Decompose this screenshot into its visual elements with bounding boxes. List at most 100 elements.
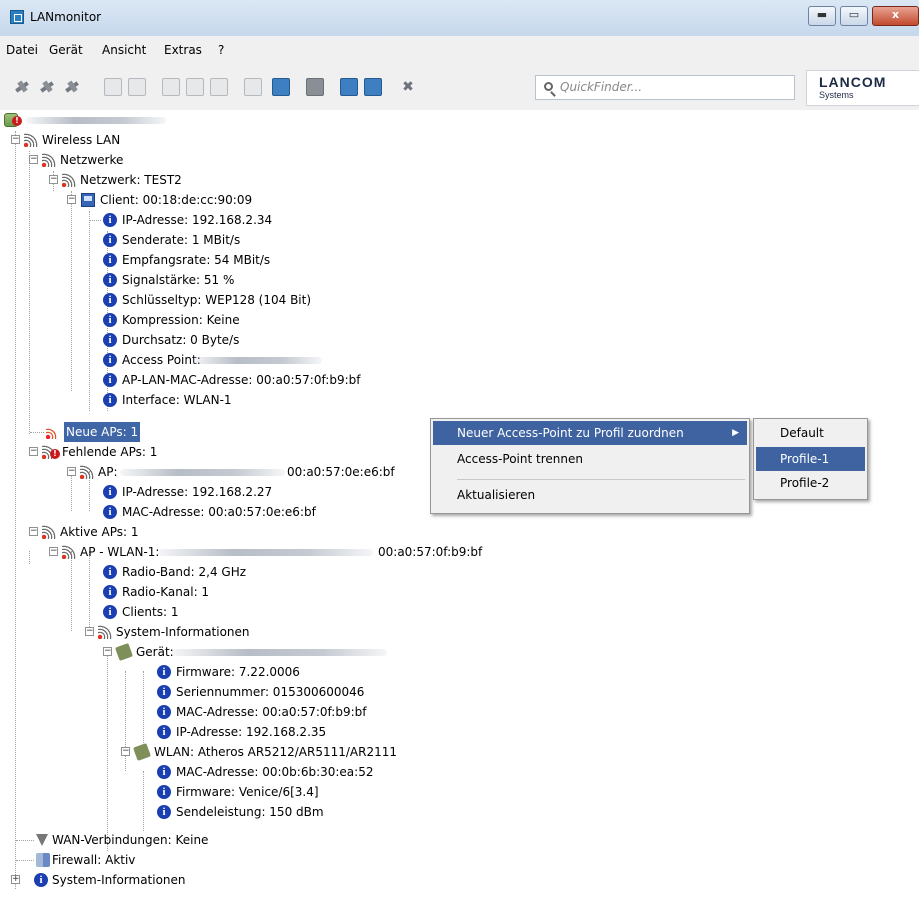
tree-leaf[interactable]: i Durchsatz: 0 Byte/s	[0, 330, 420, 350]
wireless-icon	[24, 133, 38, 147]
tree-node-wlan[interactable]: − WLAN: Atheros AR5212/AR5111/AR2111	[0, 742, 460, 762]
device-tree[interactable]: ! − Wireless LAN − Netzwerke − Netzwerk:…	[0, 110, 919, 922]
submenu-profile-2[interactable]: Profile-2	[756, 471, 865, 495]
search-device-icon[interactable]	[306, 78, 324, 96]
leaf-label: Interface: WLAN-1	[122, 393, 232, 407]
tree-leaf[interactable]: i MAC-Adresse: 00:0b:6b:30:ea:52	[0, 762, 420, 782]
submenu-default[interactable]: Default	[756, 421, 865, 445]
info-icon: i	[157, 705, 171, 719]
table-icon[interactable]	[186, 78, 204, 96]
monitor-icon[interactable]	[272, 78, 290, 96]
info-icon: i	[103, 333, 117, 347]
info-icon: i	[103, 565, 117, 579]
tree-leaf[interactable]: i Senderate: 1 MBit/s	[0, 230, 420, 250]
close-button[interactable]: x	[872, 6, 919, 26]
info-icon: i	[103, 485, 117, 499]
tree-leaf[interactable]: i Kompression: Keine	[0, 310, 420, 330]
tree-leaf[interactable]: i Schlüsseltyp: WEP128 (104 Bit)	[0, 290, 420, 310]
menu-extras[interactable]: Extras	[164, 43, 202, 57]
tree-leaf[interactable]: i IP-Adresse: 192.168.2.34	[0, 210, 420, 230]
collapse-toggle[interactable]: −	[67, 467, 76, 476]
logo-subtext: Systems	[819, 90, 854, 100]
tree-node-wireless-lan[interactable]: − Wireless LAN	[0, 130, 200, 150]
leaf-label: Clients: 1	[122, 605, 179, 619]
maximize-icon: ▭	[848, 8, 860, 21]
settings-icon[interactable]	[210, 78, 228, 96]
collapse-toggle[interactable]: −	[29, 447, 38, 456]
tree-leaf[interactable]: i Signalstärke: 51 %	[0, 270, 420, 290]
tree-leaf[interactable]: i Sendeleistung: 150 dBm	[0, 802, 420, 822]
leaf-label: Firmware: 7.22.0006	[176, 665, 300, 679]
collapse-toggle[interactable]: −	[85, 627, 94, 636]
submenu-profile-1[interactable]: Profile-1	[756, 447, 865, 471]
forward-icon[interactable]	[128, 78, 146, 96]
info-icon: i	[157, 805, 171, 819]
menu-item-label: Access-Point trennen	[457, 452, 583, 466]
connect-device-icon[interactable]	[14, 78, 32, 96]
tree-node-system-info[interactable]: − System-Informationen	[0, 622, 300, 642]
menu-datei[interactable]: Datei	[6, 43, 38, 57]
tree-leaf[interactable]: i Access Point:	[0, 350, 420, 370]
expand-toggle[interactable]: +	[11, 875, 20, 884]
info-icon: i	[103, 253, 117, 267]
node-label: Fehlende APs: 1	[62, 445, 158, 459]
menu-disconnect-ap[interactable]: Access-Point trennen	[433, 447, 747, 471]
collapse-toggle[interactable]: −	[11, 135, 20, 144]
tree-leaf[interactable]: i AP-LAN-MAC-Adresse: 00:a0:57:0f:b9:bf	[0, 370, 420, 390]
back-icon[interactable]	[104, 78, 122, 96]
node-label: AP:	[98, 465, 118, 479]
remove-device-icon[interactable]	[64, 78, 82, 96]
collapse-toggle[interactable]: −	[29, 527, 38, 536]
tree-leaf[interactable]: i Radio-Kanal: 1	[0, 582, 300, 602]
collapse-toggle[interactable]: −	[49, 547, 58, 556]
info-icon: i	[157, 785, 171, 799]
info-icon: i	[103, 505, 117, 519]
collapse-toggle[interactable]: −	[49, 175, 58, 184]
list-icon[interactable]	[244, 78, 262, 96]
lanconfig-icon[interactable]	[340, 78, 358, 96]
tree-node-netzwerke[interactable]: − Netzwerke	[0, 150, 200, 170]
tree-leaf[interactable]: i Clients: 1	[0, 602, 300, 622]
tree-leaf[interactable]: i Firmware: 7.22.0006	[0, 662, 420, 682]
tree-leaf[interactable]: i Firmware: Venice/6[3.4]	[0, 782, 420, 802]
tree-leaf[interactable]: i Seriennummer: 015300600046	[0, 682, 420, 702]
menu-geraet[interactable]: Gerät	[49, 43, 83, 57]
collapse-toggle[interactable]: −	[29, 155, 38, 164]
collapse-toggle[interactable]: −	[67, 195, 76, 204]
app-icon	[10, 10, 24, 24]
collapse-toggle[interactable]: −	[103, 647, 112, 656]
menu-ansicht[interactable]: Ansicht	[102, 43, 146, 57]
tree-node-geraet[interactable]: − Gerät:	[0, 642, 420, 662]
menu-refresh[interactable]: Aktualisieren	[433, 483, 747, 507]
tools-icon[interactable]: ✖	[399, 78, 417, 96]
tree-node-active-ap[interactable]: − AP - WLAN-1: 00:a0:57:0f:b9:bf	[0, 542, 520, 562]
find-device-icon[interactable]	[39, 78, 57, 96]
antenna-icon	[36, 834, 48, 846]
tree-node-wan[interactable]: WAN-Verbindungen: Keine	[0, 830, 260, 850]
tree-leaf[interactable]: i Empfangsrate: 54 MBit/s	[0, 250, 420, 270]
menu-help[interactable]: ?	[218, 43, 224, 57]
collapse-toggle[interactable]: −	[121, 747, 130, 756]
tree-leaf[interactable]: i IP-Adresse: 192.168.2.35	[0, 722, 420, 742]
tree-node-client[interactable]: − Client: 00:18:de:cc:90:09	[0, 190, 350, 210]
tree-node-neue-aps[interactable]: Neue APs: 1	[0, 422, 200, 442]
tree-node-netzwerk[interactable]: − Netzwerk: TEST2	[0, 170, 300, 190]
quickfinder-input[interactable]: QuickFinder...	[535, 75, 795, 100]
tree-node-missing-ap[interactable]: − AP: 00:a0:57:0e:e6:bf	[0, 462, 420, 482]
menu-assign-profile[interactable]: Neuer Access-Point zu Profil zuordnen ▶	[433, 421, 747, 445]
tree-leaf[interactable]: i IP-Adresse: 192.168.2.27	[0, 482, 300, 502]
tree-node-system-info-root[interactable]: + i System-Informationen	[0, 870, 260, 890]
tree-node-fehlende-aps[interactable]: − ! Fehlende APs: 1	[0, 442, 200, 462]
tree-node-aktive-aps[interactable]: − Aktive APs: 1	[0, 522, 200, 542]
tree-node-firewall[interactable]: Firewall: Aktiv	[0, 850, 260, 870]
minimize-button[interactable]: ▬	[808, 6, 836, 26]
tree-leaf[interactable]: i MAC-Adresse: 00:a0:57:0e:e6:bf	[0, 502, 316, 522]
tree-leaf[interactable]: i Interface: WLAN-1	[0, 390, 420, 410]
maximize-button[interactable]: ▭	[840, 6, 868, 26]
config-icon[interactable]	[162, 78, 180, 96]
tree-leaf[interactable]: i MAC-Adresse: 00:a0:57:0f:b9:bf	[0, 702, 420, 722]
info-icon: i	[103, 353, 117, 367]
wlanmonitor-icon[interactable]	[364, 78, 382, 96]
profile-submenu: Default Profile-1 Profile-2	[753, 418, 868, 500]
tree-leaf[interactable]: i Radio-Band: 2,4 GHz	[0, 562, 300, 582]
